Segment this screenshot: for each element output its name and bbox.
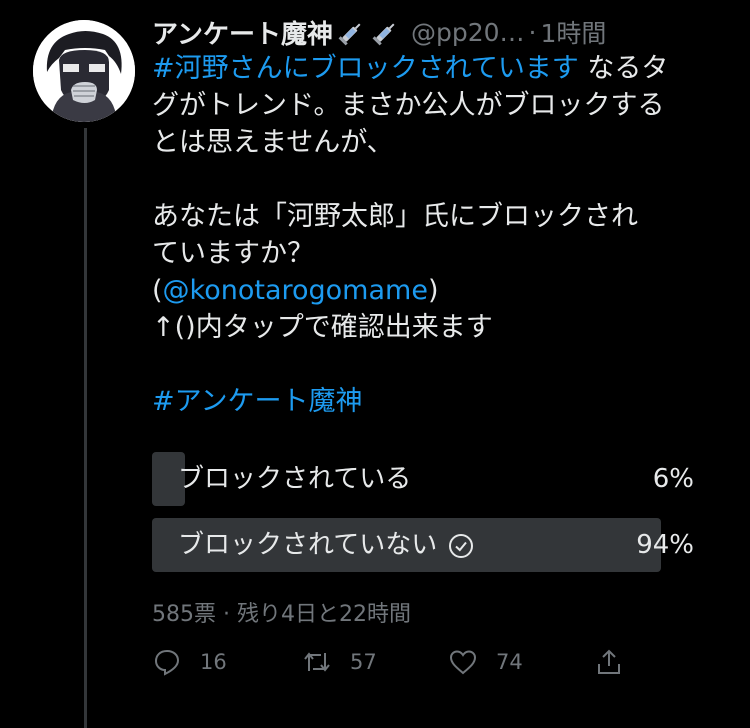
hashtag-link[interactable]: #河野さんにブロックされています xyxy=(152,53,579,84)
like-count: 74 xyxy=(496,650,523,674)
poll-option-percent: 94% xyxy=(636,530,694,560)
paren-open: ( xyxy=(152,275,163,306)
tweet-line: ↑()内タップで確認出来ます xyxy=(152,312,493,343)
retweet-icon xyxy=(304,652,330,672)
share-icon xyxy=(598,649,620,674)
paren-close: ) xyxy=(427,275,439,306)
check-circle-icon xyxy=(449,533,474,558)
reply-icon xyxy=(154,649,180,676)
tweet-line: ていますか？ xyxy=(152,238,314,269)
tweet-line: #アンケート魔神 xyxy=(152,383,732,420)
tweet-line: グがトレンド。まさか公人がブロックする xyxy=(152,90,665,121)
syringe-icon xyxy=(372,23,395,46)
hashtag-link[interactable]: #アンケート魔神 xyxy=(152,386,363,417)
tweet-line: とは思えませんが、 xyxy=(152,127,394,158)
display-name[interactable]: アンケート魔神 xyxy=(152,14,333,51)
share-button[interactable] xyxy=(594,642,642,682)
reply-count: 16 xyxy=(200,650,227,674)
tweet-line: (@konotarogomame) xyxy=(152,272,732,309)
thread-line xyxy=(84,128,87,728)
poll-option-percent: 6% xyxy=(652,464,694,494)
poll-option: ブロックされていない 94% xyxy=(152,518,694,572)
separator-dot: · xyxy=(528,17,537,47)
poll-option-text: ブロックされていない xyxy=(178,530,438,560)
tweet-line: あなたは「河野太郎」氏にブロックされ xyxy=(152,201,638,232)
poll: ブロックされている 6% ブロックされていない 94% xyxy=(152,452,694,584)
mention-link[interactable]: @konotarogomame xyxy=(163,275,428,306)
avatar-image xyxy=(33,20,135,122)
poll-meta: 585票 · 残り4日と22時間 xyxy=(152,602,411,627)
reply-button[interactable]: 16 xyxy=(152,642,227,682)
tweet-line: #河野さんにブロックされています なるタ xyxy=(152,50,732,87)
tweet-text: #河野さんにブロックされています なるタ グがトレンド。まさか公人がブロックする… xyxy=(152,50,732,420)
retweet-button[interactable]: 57 xyxy=(302,642,377,682)
tweet-header: アンケート魔神 @pp20… · 1時間 xyxy=(152,12,742,52)
like-button[interactable]: 74 xyxy=(448,642,523,682)
user-handle[interactable]: @pp20… xyxy=(411,18,525,47)
action-bar: 16 57 74 xyxy=(152,642,712,682)
timestamp[interactable]: 1時間 xyxy=(540,14,606,50)
line-break xyxy=(152,161,732,198)
poll-option-label: ブロックされていない xyxy=(178,518,475,572)
poll-option-label: ブロックされている xyxy=(178,464,412,494)
heart-icon xyxy=(449,650,477,675)
tweet-text-fragment: なるタ xyxy=(578,53,669,84)
avatar[interactable] xyxy=(33,20,135,122)
retweet-count: 57 xyxy=(350,650,377,674)
syringe-icon xyxy=(338,23,361,46)
poll-option: ブロックされている 6% xyxy=(152,452,694,506)
